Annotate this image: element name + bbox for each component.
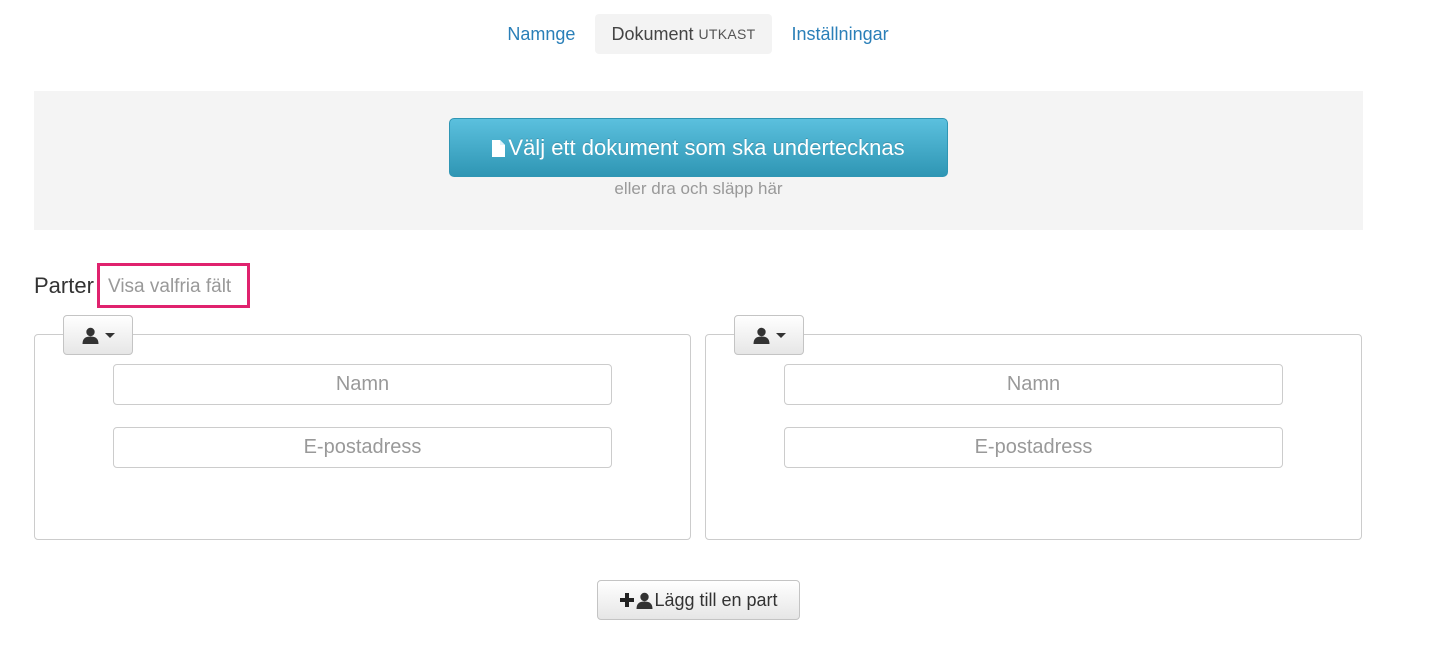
draft-badge: UTKAST: [698, 26, 756, 42]
choose-document-button[interactable]: Välj ett dokument som ska undertecknas: [449, 118, 948, 177]
show-optional-fields-link[interactable]: Visa valfria fält: [97, 263, 250, 308]
file-icon: [492, 140, 506, 157]
tab-dokument[interactable]: Dokument UTKAST: [595, 14, 772, 54]
tab-label: Dokument: [611, 23, 694, 44]
party-type-dropdown[interactable]: [734, 315, 804, 355]
tab-label: Namnge: [507, 23, 576, 44]
tab-bar: Namnge Dokument UTKAST Inställningar: [0, 14, 1396, 54]
plus-icon: [620, 593, 635, 607]
caret-down-icon: [104, 332, 115, 338]
party-card: [705, 315, 1362, 540]
user-icon: [753, 327, 769, 344]
user-icon: [82, 327, 98, 344]
document-drop-zone[interactable]: Välj ett dokument som ska undertecknas e…: [34, 91, 1363, 230]
tab-label: Inställningar: [791, 23, 889, 44]
caret-down-icon: [775, 332, 786, 338]
party-email-input[interactable]: [784, 427, 1283, 468]
tab-namnge[interactable]: Namnge: [491, 14, 591, 54]
add-party-label: Lägg till en part: [654, 589, 778, 610]
party-name-input[interactable]: [113, 364, 612, 405]
user-icon: [636, 592, 653, 609]
party-card: [34, 315, 691, 540]
drag-drop-hint: eller dra och släpp här: [614, 179, 783, 198]
party-name-input[interactable]: [784, 364, 1283, 405]
choose-document-label: Välj ett dokument som ska undertecknas: [508, 134, 905, 160]
add-party-button[interactable]: Lägg till en part: [597, 580, 800, 620]
tab-installningar[interactable]: Inställningar: [776, 14, 905, 54]
parties-heading: Parter: [34, 273, 94, 298]
party-type-dropdown[interactable]: [63, 315, 133, 355]
party-email-input[interactable]: [113, 427, 612, 468]
